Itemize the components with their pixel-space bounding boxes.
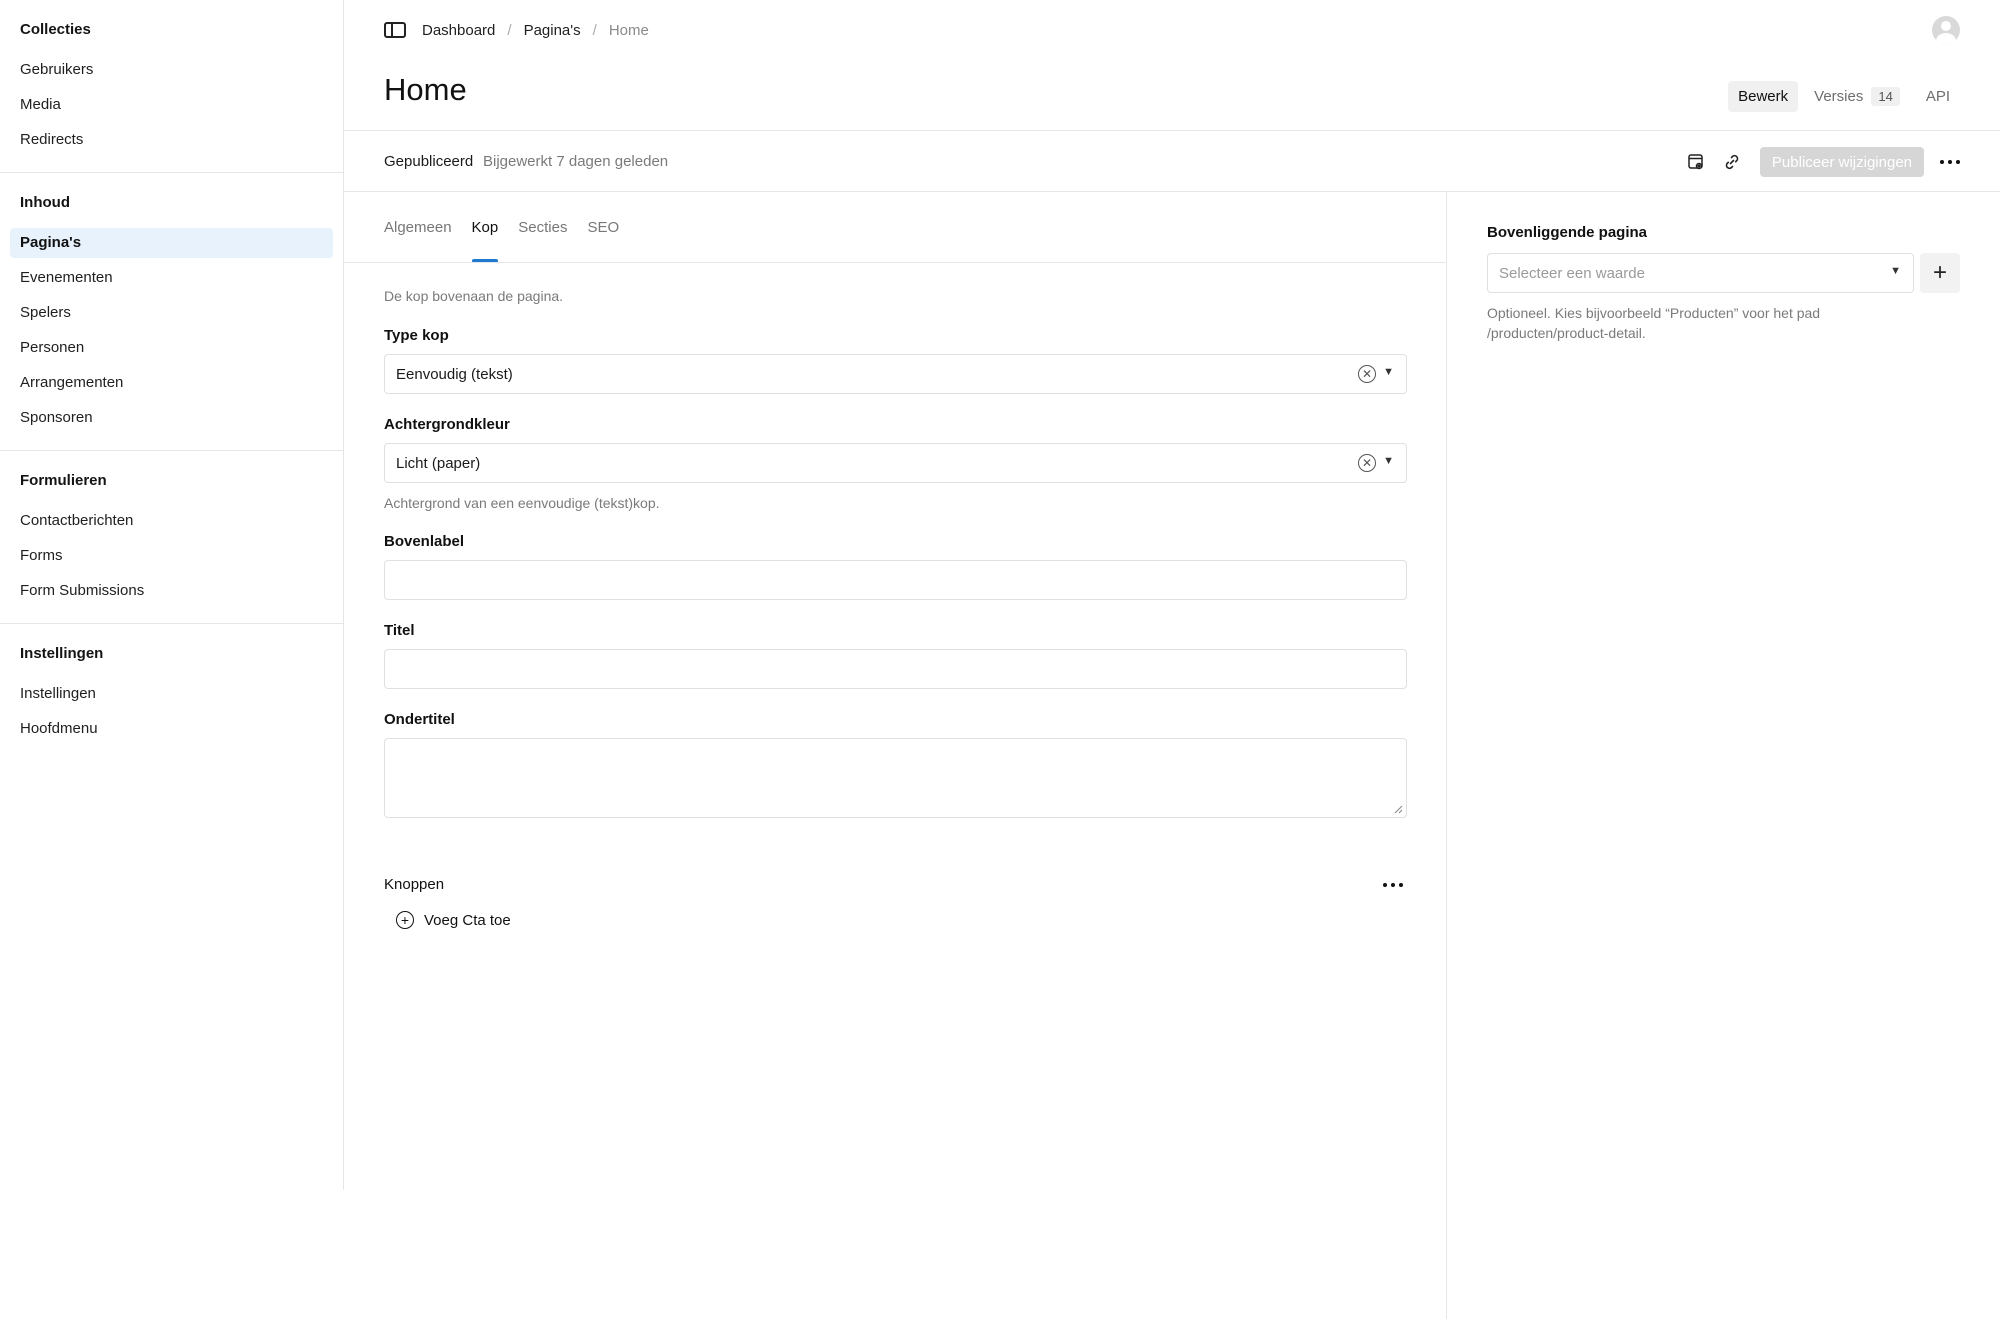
add-cta-label: Voeg Cta toe — [424, 911, 511, 929]
avatar-body-shape — [1936, 33, 1956, 44]
type-kop-value: Eenvoudig (tekst) — [396, 365, 513, 383]
breadcrumb-paginas[interactable]: Pagina's — [524, 22, 581, 39]
tab-seo[interactable]: SEO — [587, 192, 619, 263]
chevron-down-icon[interactable]: ▼ — [1383, 366, 1394, 378]
parent-page-placeholder: Selecteer een waarde — [1499, 264, 1645, 282]
field-tabs: Algemeen Kop Secties SEO — [384, 192, 619, 263]
publish-button[interactable]: Publiceer wijzigingen — [1759, 147, 1924, 177]
sidebar-item-contactberichten[interactable]: Contactberichten — [10, 506, 333, 536]
titel-label: Titel — [384, 622, 415, 639]
knoppen-header: Knoppen — [384, 870, 1407, 900]
sidebar-item-hoofdmenu[interactable]: Hoofdmenu — [10, 714, 333, 744]
achtergrondkleur-label: Achtergrondkleur — [384, 416, 510, 433]
sidebar-toggle-icon[interactable] — [384, 22, 406, 38]
sidebar-item-instellingen[interactable]: Instellingen — [10, 679, 333, 709]
section-description: De kop bovenaan de pagina. — [384, 288, 564, 304]
tab-algemeen[interactable]: Algemeen — [384, 192, 452, 263]
add-cta-button[interactable]: + Voeg Cta toe — [384, 905, 523, 935]
chevron-down-icon[interactable]: ▼ — [1383, 455, 1394, 467]
tab-bewerk[interactable]: Bewerk — [1728, 81, 1799, 112]
nav-group-instellingen: Instellingen Instellingen Hoofdmenu — [0, 624, 343, 761]
status-actions: Publiceer wijzigingen — [1682, 147, 1960, 177]
breadcrumb-separator: / — [507, 21, 512, 39]
tab-versies[interactable]: Versies 14 — [1804, 80, 1910, 113]
avatar[interactable] — [1932, 16, 1960, 44]
last-updated-text: Bijgewerkt 7 dagen geleden — [483, 153, 669, 170]
versions-count-badge: 14 — [1871, 87, 1900, 106]
nav-group-collecties: Collecties Gebruikers Media Redirects — [0, 0, 343, 173]
nav-heading-collecties: Collecties — [20, 21, 91, 38]
form-column: Algemeen Kop Secties SEO De kop bovenaan… — [344, 192, 1447, 1319]
page-title: Home — [384, 72, 467, 107]
sidebar-item-media[interactable]: Media — [10, 90, 333, 120]
sidebar-item-redirects[interactable]: Redirects — [10, 125, 333, 155]
more-options-icon[interactable] — [1940, 148, 1960, 176]
parent-page-label: Bovenliggende pagina — [1487, 224, 1648, 241]
add-parent-page-button[interactable]: + — [1920, 253, 1960, 293]
type-kop-label: Type kop — [384, 327, 449, 344]
tab-kop[interactable]: Kop — [471, 192, 498, 263]
titel-input[interactable] — [384, 649, 1407, 689]
sidebar-item-gebruikers[interactable]: Gebruikers — [10, 55, 333, 85]
plus-circle-icon: + — [396, 911, 414, 929]
nav-heading-inhoud: Inhoud — [20, 194, 70, 211]
sidebar: Collecties Gebruikers Media Redirects In… — [0, 0, 344, 1190]
parent-page-row: Selecteer een waarde ▼ + — [1487, 253, 1960, 293]
status-badge: Gepubliceerd — [384, 153, 474, 170]
bovenlabel-label: Bovenlabel — [384, 533, 465, 550]
parent-page-helper: Optioneel. Kies bijvoorbeeld “Producten”… — [1487, 305, 1821, 341]
nav-heading-formulieren: Formulieren — [20, 472, 107, 489]
plus-icon: + — [1932, 259, 1947, 286]
nav-group-formulieren: Formulieren Contactberichten Forms Form … — [0, 451, 343, 624]
tab-api[interactable]: API — [1916, 81, 1960, 112]
sidebar-fields: Bovenliggende pagina Selecteer een waard… — [1447, 192, 2000, 1319]
tab-secties[interactable]: Secties — [518, 192, 567, 263]
knoppen-options-icon[interactable] — [1383, 871, 1403, 899]
chevron-down-icon[interactable]: ▼ — [1890, 265, 1901, 277]
topbar: Dashboard / Pagina's / Home — [384, 14, 649, 46]
ondertitel-textarea[interactable] — [384, 738, 1407, 818]
preview-icon[interactable] — [1682, 148, 1710, 176]
parent-page-field: Bovenliggende pagina Selecteer een waard… — [1487, 224, 1960, 343]
sidebar-item-sponsoren[interactable]: Sponsoren — [10, 403, 333, 433]
achtergrondkleur-helper: Achtergrond van een eenvoudige (tekst)ko… — [384, 495, 660, 511]
sidebar-item-arrangementen[interactable]: Arrangementen — [10, 368, 333, 398]
sidebar-item-spelers[interactable]: Spelers — [10, 298, 333, 328]
nav-heading-instellingen: Instellingen — [20, 645, 104, 662]
breadcrumb-current: Home — [608, 21, 649, 39]
tabs-divider — [344, 262, 1446, 263]
sidebar-item-evenementen[interactable]: Evenementen — [10, 263, 333, 293]
avatar-head-shape — [1941, 21, 1951, 31]
achtergrondkleur-select[interactable]: Licht (paper) ✕ ▼ — [384, 443, 1407, 483]
tab-versies-label: Versies — [1814, 88, 1864, 105]
bovenlabel-input[interactable] — [384, 560, 1407, 600]
achtergrondkleur-value: Licht (paper) — [396, 454, 481, 472]
breadcrumb-separator: / — [592, 21, 597, 39]
sidebar-item-forms[interactable]: Forms — [10, 541, 333, 571]
main-content: Dashboard / Pagina's / Home Home Bewerk … — [344, 0, 2000, 1319]
sidebar-item-personen[interactable]: Personen — [10, 333, 333, 363]
ondertitel-label: Ondertitel — [384, 711, 455, 728]
field-area: De kop bovenaan de pagina. Type kop Eenv… — [384, 287, 1407, 818]
clear-icon[interactable]: ✕ — [1358, 454, 1376, 472]
nav-group-inhoud: Inhoud Pagina's Evenementen Spelers Pers… — [0, 173, 343, 451]
clear-icon[interactable]: ✕ — [1358, 365, 1376, 383]
sidebar-item-form-submissions[interactable]: Form Submissions — [10, 576, 333, 606]
type-kop-select[interactable]: Eenvoudig (tekst) ✕ ▼ — [384, 354, 1407, 394]
resize-handle-icon[interactable] — [1393, 804, 1403, 814]
breadcrumb-dashboard[interactable]: Dashboard — [422, 22, 495, 39]
view-tabs: Bewerk Versies 14 API — [1728, 80, 1960, 113]
parent-page-select[interactable]: Selecteer een waarde ▼ — [1487, 253, 1914, 293]
knoppen-label: Knoppen — [384, 876, 445, 893]
status-bar: Gepubliceerd Bijgewerkt 7 dagen geleden … — [344, 130, 2000, 192]
sidebar-item-paginas[interactable]: Pagina's — [10, 228, 333, 258]
link-icon[interactable] — [1718, 148, 1746, 176]
